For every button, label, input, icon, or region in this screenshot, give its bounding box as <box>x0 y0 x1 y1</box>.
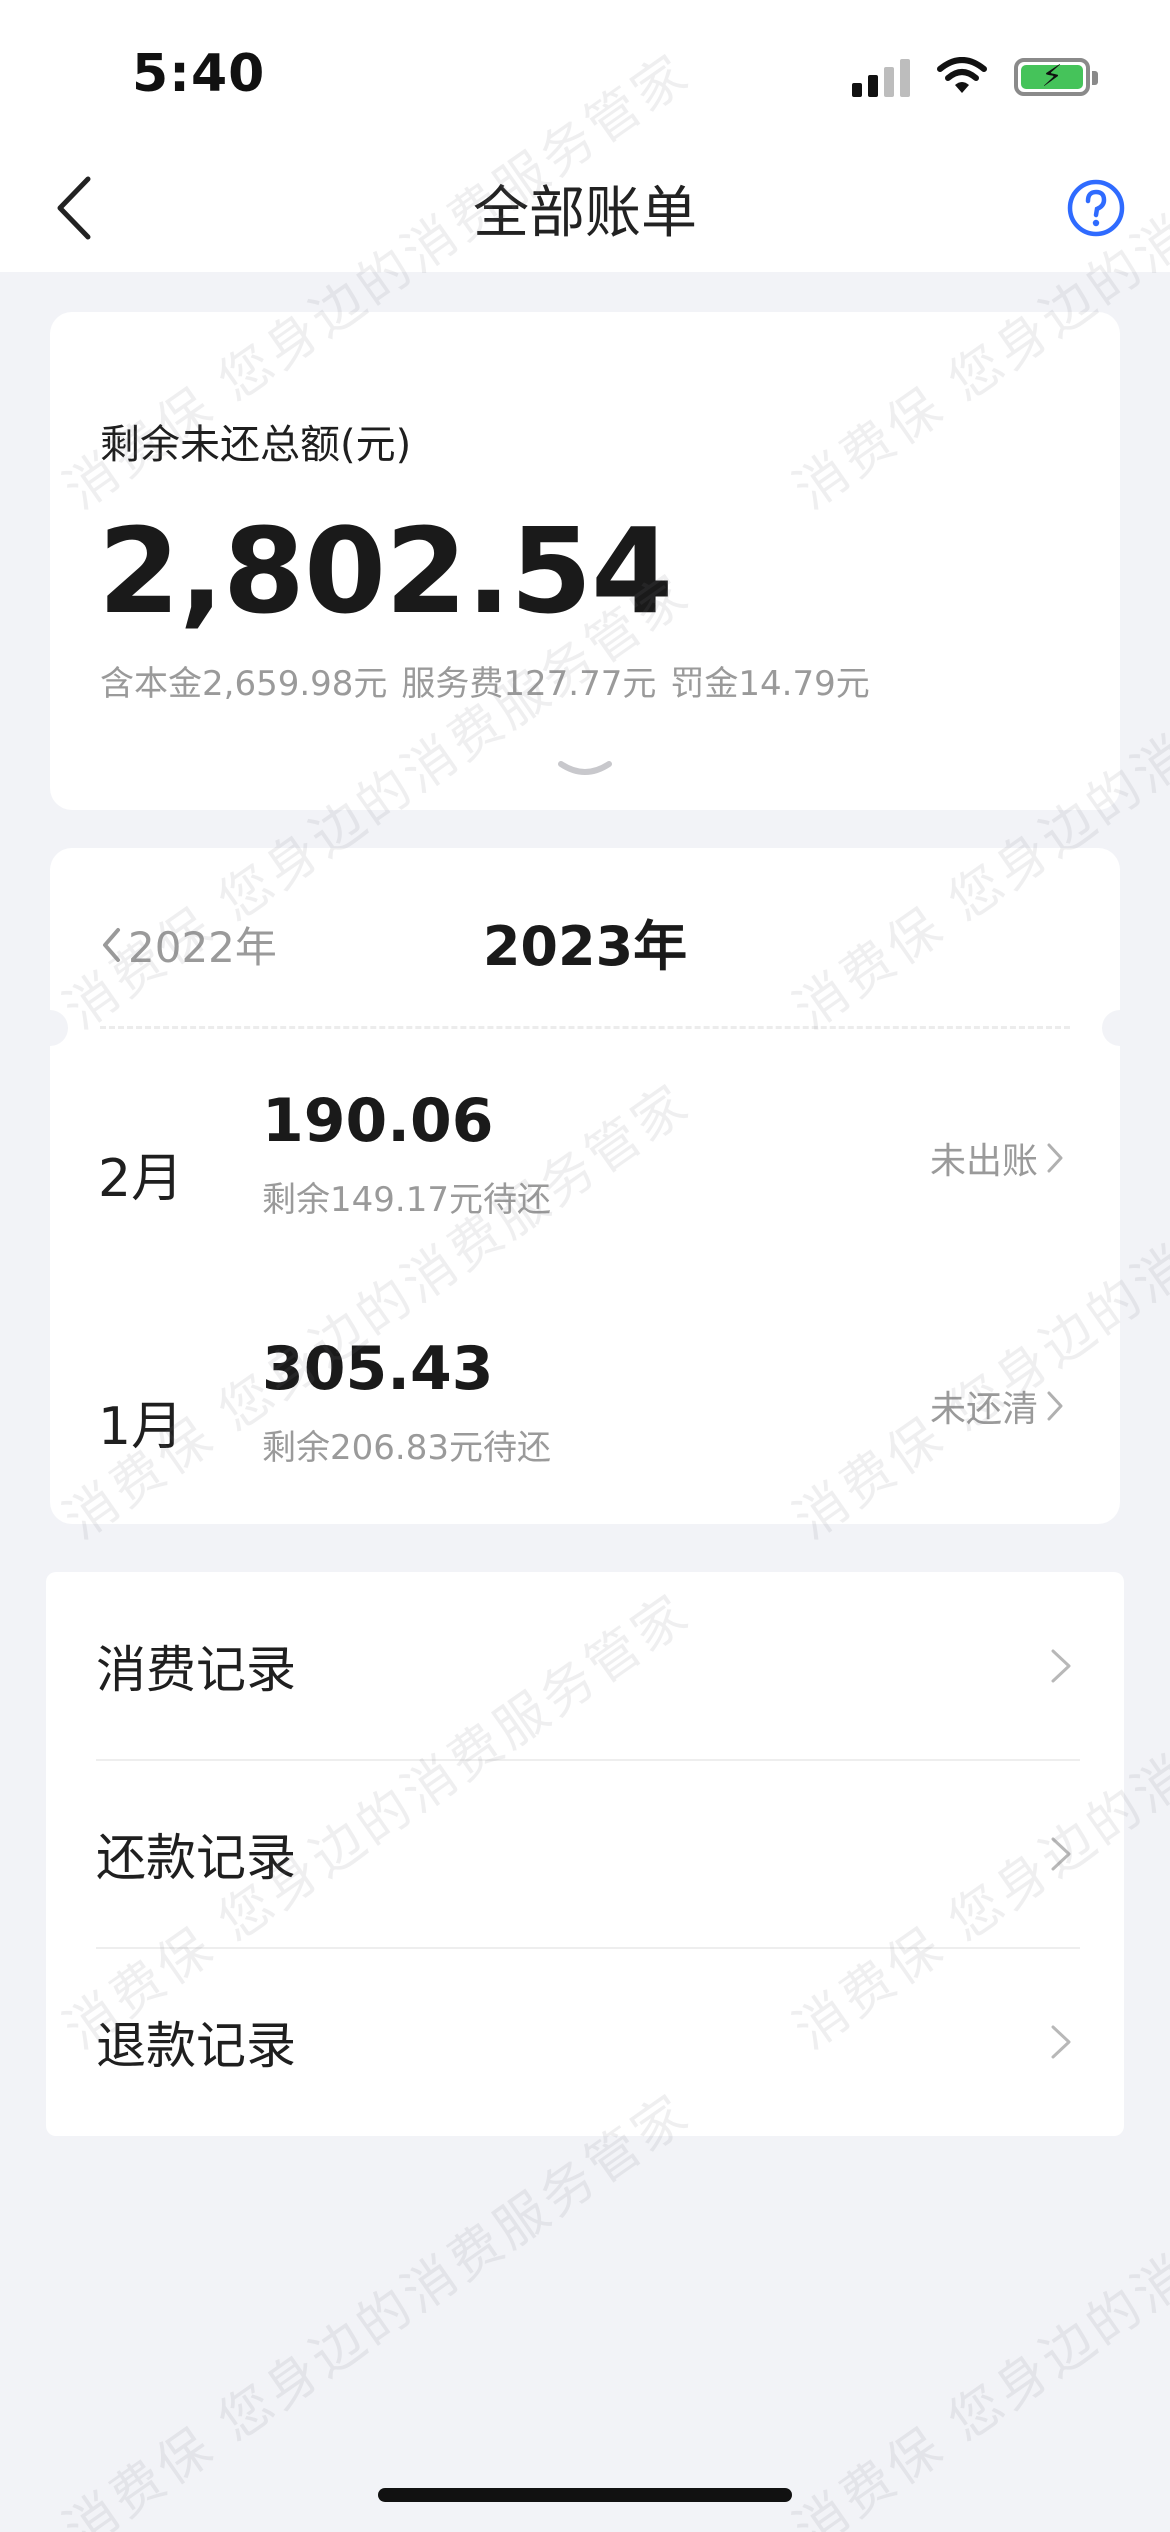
expand-toggle[interactable] <box>555 756 615 786</box>
repayment-records-item[interactable]: 还款记录 <box>46 1760 1124 1948</box>
watermark-text: 消费保 您身边的消费服务管家 <box>783 2082 1170 2532</box>
current-year: 2023年 <box>482 915 688 978</box>
bill-remaining: 剩余149.17元待还 <box>262 1180 551 1220</box>
bill-row-january[interactable]: 1月 305.43 剩余206.83元待还 未还清 <box>50 1292 1120 1532</box>
header: 5:40 ⚡ 全部账单 <box>0 0 1170 272</box>
outstanding-label: 剩余未还总额(元) <box>100 422 412 468</box>
status-time: 5:40 <box>132 44 266 104</box>
chevron-right-icon <box>1047 1143 1063 1173</box>
help-icon <box>1067 179 1125 237</box>
chevron-right-icon <box>1051 1649 1071 1683</box>
bill-amount: 190.06 <box>262 1086 494 1156</box>
battery-icon: ⚡ <box>1014 58 1098 96</box>
bill-month: 1月 <box>98 1397 184 1457</box>
bill-status: 未还清 <box>930 1380 1064 1432</box>
records-item-label: 消费记录 <box>96 1641 296 1699</box>
card-notch <box>1102 1010 1138 1046</box>
help-button[interactable] <box>1066 178 1126 238</box>
bills-card: 2022年 2023年 2月 190.06 剩余149.17元待还 未出账 1月… <box>32 848 1138 1524</box>
summary-card: 剩余未还总额(元) 2,802.54 含本金2,659.98元 服务费127.7… <box>50 312 1120 810</box>
watermark-text: 消费保 您身边的消费服务管家 <box>53 2082 702 2532</box>
bill-status-label: 未还清 <box>929 1389 1038 1430</box>
records-list: 消费记录 还款记录 退款记录 <box>46 1572 1124 2136</box>
bill-status-label: 未出账 <box>929 1141 1038 1182</box>
consumption-records-item[interactable]: 消费记录 <box>46 1572 1124 1760</box>
wifi-icon <box>937 57 987 93</box>
penalty-text: 罚金14.79元 <box>670 664 870 704</box>
home-indicator[interactable] <box>378 2488 792 2502</box>
bill-status: 未出账 <box>930 1132 1064 1184</box>
outstanding-amount: 2,802.54 <box>98 502 673 640</box>
card-notch <box>32 1010 68 1046</box>
bill-month: 2月 <box>98 1149 184 1209</box>
principal-text: 含本金2,659.98元 <box>100 664 388 704</box>
refund-records-item[interactable]: 退款记录 <box>46 1948 1124 2136</box>
amount-breakdown: 含本金2,659.98元 服务费127.77元 罚金14.79元 <box>100 656 870 705</box>
bill-amount: 305.43 <box>262 1334 494 1404</box>
cellular-signal-icon <box>852 57 910 97</box>
charging-bolt-icon: ⚡ <box>1041 59 1063 94</box>
bill-remaining: 剩余206.83元待还 <box>262 1428 551 1468</box>
dashed-divider <box>100 1026 1070 1029</box>
chevron-down-icon <box>558 761 612 775</box>
chevron-right-icon <box>1047 1391 1063 1421</box>
records-item-label: 还款记录 <box>96 1829 296 1887</box>
year-selector: 2022年 2023年 <box>50 848 1120 1028</box>
records-item-label: 退款记录 <box>96 2017 296 2075</box>
chevron-right-icon <box>1051 2025 1071 2059</box>
screen: 5:40 ⚡ 全部账单 剩余未还总额(元) 2,802.54 含本金2,659.… <box>0 0 1170 2532</box>
service-fee-text: 服务费127.77元 <box>401 664 657 704</box>
bill-row-february[interactable]: 2月 190.06 剩余149.17元待还 未出账 <box>50 1044 1120 1284</box>
chevron-right-icon <box>1051 1837 1071 1871</box>
page-title: 全部账单 <box>473 181 697 246</box>
status-icons: ⚡ <box>852 52 1098 102</box>
